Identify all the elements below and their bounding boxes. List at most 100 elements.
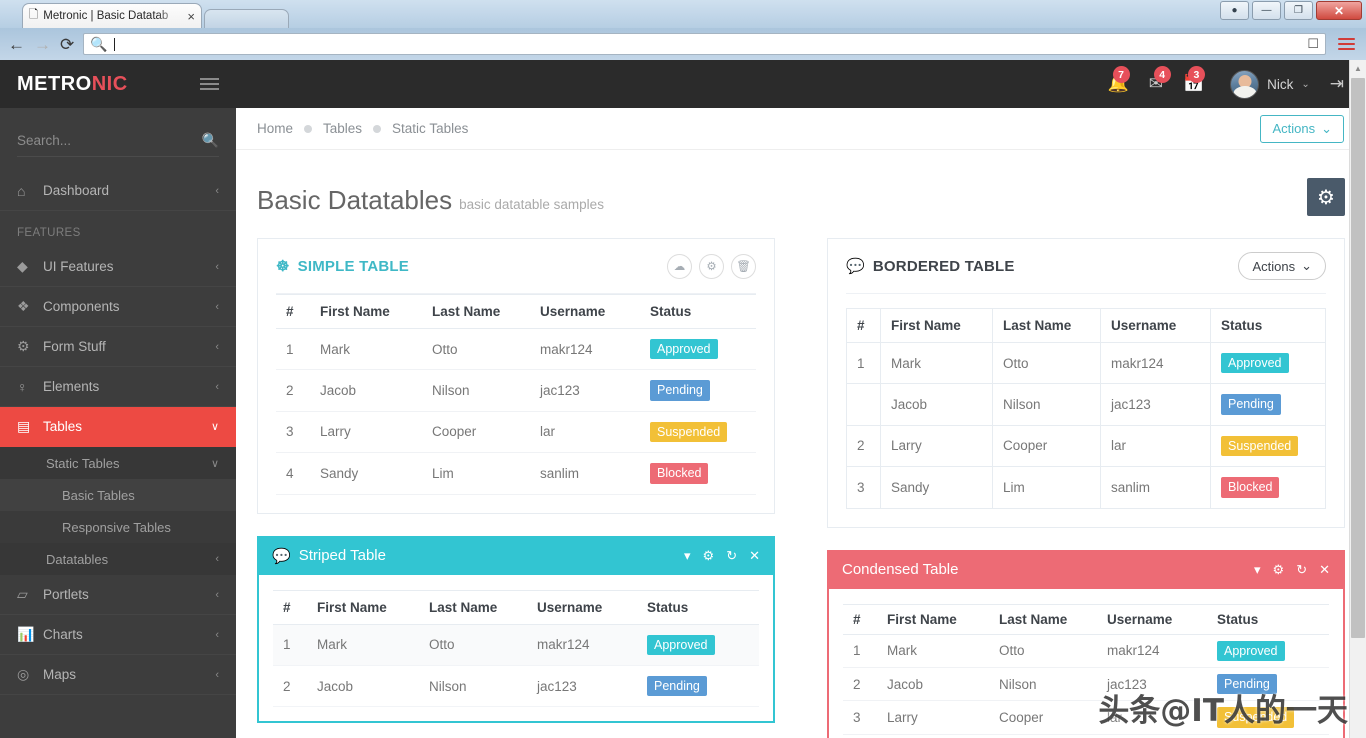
- column-header-first-name: First Name: [881, 309, 993, 343]
- sidebar-item-label: Form Stuff: [43, 339, 215, 354]
- cell-first-name: Mark: [881, 343, 993, 384]
- search-icon[interactable]: 🔍: [202, 132, 219, 149]
- window-maximize-button[interactable]: ❐: [1284, 1, 1313, 20]
- close-icon[interactable]: ✕: [749, 548, 760, 564]
- search-icon: 🔍: [90, 36, 107, 53]
- reload-icon[interactable]: ⟳: [60, 36, 74, 53]
- breadcrumb-bar: Home Tables Static Tables Actions ⌄: [236, 108, 1366, 150]
- simple-table-body: 1MarkOttomakr124Approved2JacobNilsonjac1…: [276, 329, 756, 495]
- browser-menu-icon[interactable]: [1335, 38, 1358, 51]
- portlet-simple-table: ☸ SIMPLE TABLE ☁ ⚙ 🗑 #: [257, 238, 775, 514]
- scrollbar-thumb[interactable]: [1351, 78, 1365, 638]
- tab-strip: 🗋 Metronic | Basic Datatab ×: [22, 3, 289, 28]
- cloud-upload-icon[interactable]: ☁: [667, 254, 692, 279]
- portlet-body: # First Name Last Name Username Status 1…: [828, 589, 1344, 738]
- sidebar-item-tables[interactable]: ▤ Tables ∨: [0, 407, 236, 447]
- notifications-button[interactable]: 🔔 7: [1108, 74, 1129, 94]
- sidebar-toggle-icon[interactable]: [200, 78, 219, 90]
- theme-settings-gear-icon[interactable]: ⚙: [1307, 178, 1345, 216]
- sidebar-item-portlets[interactable]: ▱ Portlets ‹: [0, 575, 236, 615]
- portlet-title-text: SIMPLE TABLE: [298, 258, 409, 275]
- chevron-down-icon[interactable]: ▾: [684, 548, 691, 564]
- cell-status: Suspended: [1207, 701, 1329, 734]
- breadcrumb-item-tables[interactable]: Tables: [323, 121, 362, 136]
- tab-close-icon[interactable]: ×: [187, 10, 195, 23]
- sidebar-item-components[interactable]: ❖ Components ‹: [0, 287, 236, 327]
- bulb-icon: ♀: [17, 379, 43, 395]
- breadcrumb-item-static-tables[interactable]: Static Tables: [392, 121, 468, 136]
- cell-first-name: Mark: [307, 624, 419, 665]
- browser-tab[interactable]: 🗋 Metronic | Basic Datatab ×: [22, 3, 202, 28]
- browser-navbar: ← → ⟳ 🔍 ☐: [0, 28, 1366, 60]
- sidebar-item-form-stuff[interactable]: ⚙ Form Stuff ‹: [0, 327, 236, 367]
- wrench-icon[interactable]: ⚙: [699, 254, 724, 279]
- window-close-button[interactable]: ✕: [1316, 1, 1362, 20]
- status-badge: Suspended: [1221, 436, 1298, 456]
- sidebar-item-ui-features[interactable]: ◆ UI Features ‹: [0, 247, 236, 287]
- cell-username: lar: [530, 411, 640, 452]
- map-pin-icon: ◎: [17, 666, 43, 683]
- portlet-actions-label: Actions: [1252, 259, 1295, 274]
- breadcrumb-item-home[interactable]: Home: [257, 121, 293, 136]
- portlet-actions-button[interactable]: Actions ⌄: [1238, 252, 1326, 280]
- scroll-up-icon[interactable]: ▲: [1350, 60, 1366, 77]
- close-icon[interactable]: ✕: [1319, 562, 1330, 578]
- cell-first-name: Larry: [877, 701, 989, 734]
- sidebar-search[interactable]: 🔍: [17, 132, 219, 157]
- sidebar-item-static-tables[interactable]: Static Tables ∨: [0, 447, 236, 479]
- page-actions-button[interactable]: Actions ⌄: [1260, 115, 1344, 143]
- cell-username: makr124: [1101, 343, 1211, 384]
- cell-last-name: Otto: [419, 624, 527, 665]
- sidebar-item-charts[interactable]: 📊 Charts ‹: [0, 615, 236, 655]
- chevron-down-icon: ⌄: [1301, 258, 1312, 274]
- sidebar-item-elements[interactable]: ♀ Elements ‹: [0, 367, 236, 407]
- portlet-title: ☸ SIMPLE TABLE: [276, 257, 409, 275]
- wrench-icon[interactable]: ⚙: [703, 548, 715, 564]
- portlet-tools: ▾ ⚙ ↻ ✕: [1254, 562, 1330, 578]
- window-minimize-button[interactable]: —: [1252, 1, 1281, 20]
- cell-first-name: Jacob: [881, 384, 993, 425]
- new-tab-button[interactable]: [204, 9, 289, 28]
- sidebar-item-datatables[interactable]: Datatables ‹: [0, 543, 236, 575]
- column-header-first-name: First Name: [307, 590, 419, 624]
- bordered-table-body: 1MarkOttomakr124ApprovedJacobNilsonjac12…: [847, 343, 1326, 509]
- cell-index: 2: [843, 667, 877, 700]
- page-scrollbar[interactable]: ▲: [1349, 60, 1366, 738]
- avatar: [1230, 70, 1259, 99]
- messages-button[interactable]: ✉ 4: [1149, 74, 1163, 94]
- translate-icon[interactable]: ☐: [1307, 36, 1319, 52]
- forward-icon[interactable]: →: [34, 36, 51, 53]
- trash-icon[interactable]: 🗑: [731, 254, 756, 279]
- refresh-icon[interactable]: ↻: [1296, 562, 1307, 578]
- table-row: 2LarryCooperlarSuspended: [847, 425, 1326, 466]
- user-menu[interactable]: Nick ⌄: [1230, 70, 1310, 99]
- page-title: Basic Datatablesbasic datatable samples: [257, 185, 604, 216]
- address-bar[interactable]: 🔍 ☐: [83, 33, 1326, 55]
- folder-icon: ▱: [17, 586, 43, 603]
- sidebar-item-label: Charts: [43, 627, 215, 642]
- cell-index: 3: [847, 467, 881, 508]
- address-input[interactable]: [121, 37, 1302, 51]
- sidebar-item-basic-tables[interactable]: Basic Tables: [0, 479, 236, 511]
- cell-last-name: Otto: [993, 343, 1101, 384]
- condensed-table-body: 1MarkOttomakr124Approved2JacobNilsonjac1…: [843, 634, 1329, 734]
- cell-first-name: Jacob: [877, 667, 989, 700]
- status-badge: Pending: [650, 380, 710, 400]
- window-account-button[interactable]: ●: [1220, 1, 1249, 20]
- refresh-icon[interactable]: ↻: [726, 548, 737, 564]
- sidebar-item-dashboard[interactable]: ⌂ Dashboard ‹: [0, 171, 236, 211]
- tasks-button[interactable]: 📅 3: [1183, 74, 1204, 94]
- logout-icon[interactable]: ⇥: [1330, 74, 1344, 94]
- sidebar-item-responsive-tables[interactable]: Responsive Tables: [0, 511, 236, 543]
- cell-last-name: Nilson: [419, 665, 527, 706]
- sidebar-item-maps[interactable]: ◎ Maps ‹: [0, 655, 236, 695]
- diamond-icon: ◆: [17, 258, 43, 275]
- app-logo[interactable]: METRONIC: [17, 73, 128, 96]
- sidebar-subitem-label: Responsive Tables: [62, 520, 171, 535]
- chevron-down-icon[interactable]: ▾: [1254, 562, 1261, 578]
- back-icon[interactable]: ←: [8, 36, 25, 53]
- briefcase-icon: ▤: [17, 418, 43, 435]
- wrench-icon[interactable]: ⚙: [1273, 562, 1285, 578]
- sidebar-search-input[interactable]: [17, 133, 202, 148]
- home-icon: ⌂: [17, 183, 43, 199]
